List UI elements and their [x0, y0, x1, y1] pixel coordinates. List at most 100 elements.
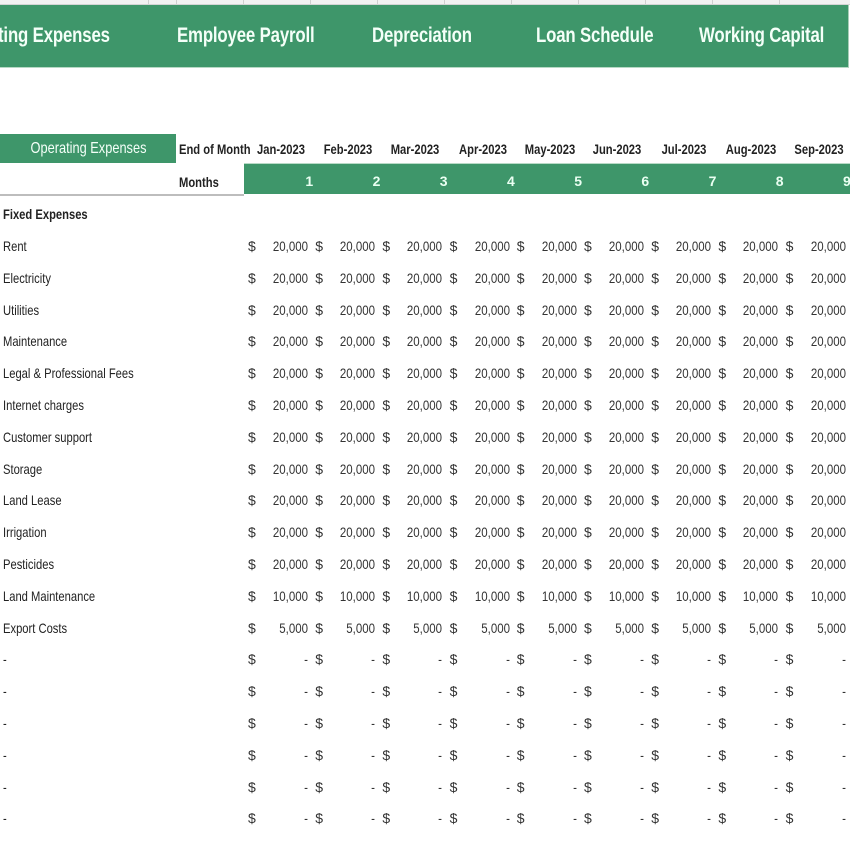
cell-value[interactable]: 20,000: [326, 270, 375, 286]
cell-value[interactable]: -: [662, 747, 711, 763]
cell-value[interactable]: -: [528, 651, 577, 667]
cell-value[interactable]: 20,000: [729, 397, 778, 413]
cell-value[interactable]: 20,000: [460, 238, 509, 254]
cell-value[interactable]: 20,000: [460, 556, 509, 572]
cell-value[interactable]: -: [729, 810, 779, 826]
cell-value[interactable]: 20,000: [259, 397, 308, 413]
cell-value[interactable]: 20,000: [729, 461, 778, 477]
cell-value[interactable]: 20,000: [393, 333, 442, 349]
cell-value[interactable]: -: [326, 683, 375, 699]
cell-value[interactable]: 20,000: [595, 238, 644, 254]
cell-value[interactable]: -: [662, 810, 711, 826]
cell-value[interactable]: 20,000: [796, 238, 845, 254]
cell-value[interactable]: 20,000: [393, 270, 442, 286]
row-label[interactable]: Irrigation: [3, 524, 47, 540]
row-label[interactable]: Electricity: [3, 270, 51, 286]
row-label[interactable]: -: [3, 651, 7, 667]
row-label[interactable]: Utilities: [3, 302, 39, 318]
cell-value[interactable]: 20,000: [528, 524, 577, 540]
cell-value[interactable]: 20,000: [528, 333, 577, 349]
row-label[interactable]: -: [3, 810, 7, 826]
nav-operating-expenses[interactable]: ting Expenses: [0, 5, 110, 67]
cell-value[interactable]: -: [259, 651, 308, 667]
row-label[interactable]: -: [3, 747, 7, 763]
cell-value[interactable]: 5,000: [595, 620, 644, 636]
cell-value[interactable]: 20,000: [259, 302, 308, 318]
cell-value[interactable]: -: [326, 747, 375, 763]
row-label[interactable]: -: [3, 683, 7, 699]
cell-value[interactable]: 20,000: [796, 461, 845, 477]
cell-value[interactable]: 20,000: [595, 333, 644, 349]
cell-value[interactable]: 20,000: [729, 429, 778, 445]
cell-value[interactable]: 20,000: [326, 524, 375, 540]
cell-value[interactable]: 20,000: [796, 524, 845, 540]
cell-value[interactable]: 20,000: [595, 524, 644, 540]
cell-value[interactable]: 10,000: [595, 588, 644, 604]
cell-value[interactable]: 20,000: [460, 492, 509, 508]
cell-value[interactable]: 20,000: [528, 461, 577, 477]
nav-loan-schedule[interactable]: Loan Schedule: [536, 5, 654, 67]
cell-value[interactable]: -: [595, 779, 644, 795]
cell-value[interactable]: -: [460, 651, 510, 667]
cell-value[interactable]: 20,000: [326, 397, 375, 413]
cell-value[interactable]: 10,000: [796, 588, 845, 604]
cell-value[interactable]: 20,000: [729, 492, 778, 508]
cell-value[interactable]: 10,000: [662, 588, 711, 604]
cell-value[interactable]: 20,000: [259, 524, 308, 540]
cell-value[interactable]: -: [729, 683, 779, 699]
cell-value[interactable]: -: [393, 810, 443, 826]
cell-value[interactable]: 20,000: [796, 365, 845, 381]
cell-value[interactable]: -: [259, 779, 308, 795]
cell-value[interactable]: 20,000: [259, 270, 308, 286]
cell-value[interactable]: -: [259, 810, 308, 826]
cell-value[interactable]: 20,000: [729, 524, 778, 540]
cell-value[interactable]: -: [796, 779, 846, 795]
cell-value[interactable]: 20,000: [595, 461, 644, 477]
cell-value[interactable]: -: [259, 747, 308, 763]
cell-value[interactable]: 20,000: [662, 238, 711, 254]
cell-value[interactable]: 20,000: [729, 238, 778, 254]
cell-value[interactable]: -: [460, 747, 510, 763]
cell-value[interactable]: 20,000: [393, 556, 442, 572]
cell-value[interactable]: 20,000: [662, 492, 711, 508]
cell-value[interactable]: -: [662, 651, 711, 667]
cell-value[interactable]: 20,000: [259, 333, 308, 349]
cell-value[interactable]: -: [595, 651, 644, 667]
cell-value[interactable]: 5,000: [326, 620, 375, 636]
cell-value[interactable]: -: [796, 715, 846, 731]
cell-value[interactable]: 20,000: [393, 492, 442, 508]
cell-value[interactable]: 10,000: [259, 588, 308, 604]
row-label[interactable]: Export Costs: [3, 620, 67, 636]
cell-value[interactable]: -: [729, 779, 779, 795]
cell-value[interactable]: -: [729, 715, 779, 731]
cell-value[interactable]: 20,000: [326, 429, 375, 445]
cell-value[interactable]: -: [393, 747, 443, 763]
cell-value[interactable]: 20,000: [662, 429, 711, 445]
cell-value[interactable]: 20,000: [662, 270, 711, 286]
row-label[interactable]: Maintenance: [3, 333, 67, 349]
cell-value[interactable]: 20,000: [259, 429, 308, 445]
cell-value[interactable]: 20,000: [796, 333, 845, 349]
cell-value[interactable]: 20,000: [528, 492, 577, 508]
cell-value[interactable]: -: [729, 651, 779, 667]
cell-value[interactable]: 20,000: [528, 270, 577, 286]
cell-value[interactable]: 20,000: [393, 524, 442, 540]
cell-value[interactable]: 20,000: [796, 270, 845, 286]
cell-value[interactable]: -: [729, 747, 779, 763]
cell-value[interactable]: 10,000: [326, 588, 375, 604]
row-label[interactable]: Land Lease: [3, 492, 62, 508]
cell-value[interactable]: 10,000: [460, 588, 509, 604]
cell-value[interactable]: -: [326, 651, 375, 667]
cell-value[interactable]: 20,000: [259, 238, 308, 254]
cell-value[interactable]: -: [796, 810, 846, 826]
cell-value[interactable]: -: [326, 810, 375, 826]
cell-value[interactable]: 20,000: [796, 429, 845, 445]
row-label[interactable]: -: [3, 779, 7, 795]
cell-value[interactable]: 10,000: [528, 588, 577, 604]
cell-value[interactable]: -: [796, 747, 846, 763]
cell-value[interactable]: -: [796, 651, 846, 667]
cell-value[interactable]: 20,000: [326, 461, 375, 477]
cell-value[interactable]: 20,000: [259, 365, 308, 381]
cell-value[interactable]: 5,000: [259, 620, 308, 636]
cell-value[interactable]: 5,000: [729, 620, 779, 636]
